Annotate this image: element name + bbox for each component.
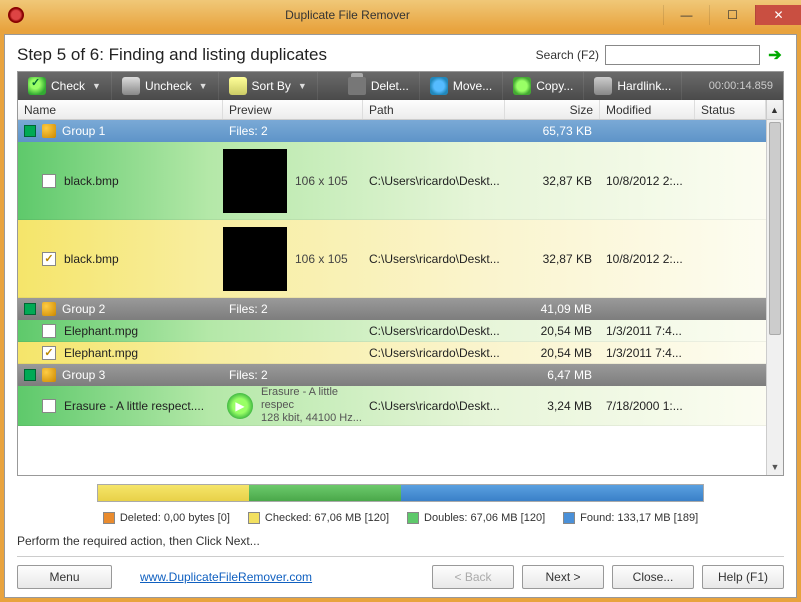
legend-checked: Checked: 67,06 MB [120] [265, 512, 389, 524]
swatch-found [563, 512, 575, 524]
back-button[interactable]: < Back [432, 565, 514, 589]
maximize-button[interactable]: ☐ [709, 5, 755, 25]
col-status[interactable]: Status [695, 100, 766, 119]
app-window: Duplicate File Remover — ☐ ✕ Step 5 of 6… [0, 0, 801, 602]
group-icon [42, 368, 56, 382]
column-headers: Name Preview Path Size Modified Status ▲ [18, 100, 783, 120]
group-header[interactable]: Group 3 Files: 2 6,47 MB [18, 364, 783, 386]
hardlink-button[interactable]: Hardlink... [584, 72, 682, 100]
search-go-icon[interactable]: ➔ [766, 46, 784, 64]
toolbar: Check▼ Uncheck▼ Sort By▼ Delet... Move..… [18, 72, 783, 100]
check-icon [28, 77, 46, 95]
col-path[interactable]: Path [363, 100, 505, 119]
sort-button[interactable]: Sort By▼ [219, 72, 318, 100]
move-icon [430, 77, 448, 95]
next-button[interactable]: Next > [522, 565, 604, 589]
col-modified[interactable]: Modified [600, 100, 695, 119]
file-checkbox[interactable] [42, 399, 56, 413]
file-row[interactable]: black.bmp 106 x 105 C:\Users\ricardo\Des… [18, 142, 783, 220]
scroll-down-icon[interactable]: ▼ [767, 458, 783, 475]
group-check-icon[interactable] [24, 125, 36, 137]
check-button[interactable]: Check▼ [18, 72, 112, 100]
col-name[interactable]: Name [18, 100, 223, 119]
legend: Deleted: 0,00 bytes [0] Checked: 67,06 M… [17, 512, 784, 524]
step-title: Step 5 of 6: Finding and listing duplica… [17, 45, 536, 65]
hint-text: Perform the required action, then Click … [17, 534, 784, 548]
close-button[interactable]: Close... [612, 565, 694, 589]
swatch-deleted [103, 512, 115, 524]
swatch-checked [248, 512, 260, 524]
legend-doubles: Doubles: 67,06 MB [120] [424, 512, 545, 524]
file-checkbox[interactable] [42, 324, 56, 338]
group-icon [42, 124, 56, 138]
file-row[interactable]: Elephant.mpg C:\Users\ricardo\Deskt... 2… [18, 342, 783, 364]
group-icon [42, 302, 56, 316]
file-row[interactable]: Elephant.mpg C:\Users\ricardo\Deskt... 2… [18, 320, 783, 342]
menu-button[interactable]: Menu [17, 565, 112, 589]
progress-checked [98, 485, 249, 501]
file-list: Group 1 Files: 2 65,73 KB black.bmp 106 … [18, 120, 783, 475]
delete-button[interactable]: Delet... [338, 72, 420, 100]
scrollbar-thumb[interactable] [769, 122, 781, 335]
website-link[interactable]: www.DuplicateFileRemover.com [140, 570, 312, 584]
chevron-down-icon: ▼ [298, 81, 307, 91]
chevron-down-icon: ▼ [92, 81, 101, 91]
progress-doubles [249, 485, 400, 501]
progress-bar [97, 484, 704, 502]
file-row[interactable]: black.bmp 106 x 105 C:\Users\ricardo\Des… [18, 220, 783, 298]
thumbnail [223, 149, 287, 213]
app-icon [8, 7, 24, 23]
chevron-down-icon: ▼ [199, 81, 208, 91]
file-row[interactable]: Erasure - A little respect.... Erasure -… [18, 386, 783, 426]
legend-found: Found: 133,17 MB [189] [580, 512, 698, 524]
search-label: Search (F2) [536, 48, 599, 62]
copy-button[interactable]: Copy... [503, 72, 584, 100]
group-check-icon[interactable] [24, 303, 36, 315]
legend-deleted: Deleted: 0,00 bytes [0] [120, 512, 230, 524]
file-checkbox[interactable] [42, 252, 56, 266]
thumbnail [223, 227, 287, 291]
group-check-icon[interactable] [24, 369, 36, 381]
minimize-button[interactable]: — [663, 5, 709, 25]
col-size[interactable]: Size [505, 100, 600, 119]
swatch-doubles [407, 512, 419, 524]
scroll-up-icon[interactable]: ▲ [766, 100, 783, 119]
results-panel: Check▼ Uncheck▼ Sort By▼ Delet... Move..… [17, 71, 784, 476]
uncheck-icon [122, 77, 140, 95]
copy-icon [513, 77, 531, 95]
titlebar[interactable]: Duplicate File Remover — ☐ ✕ [0, 0, 801, 30]
elapsed-timer: 00:00:14.859 [699, 80, 783, 92]
move-button[interactable]: Move... [420, 72, 503, 100]
progress-found [401, 485, 704, 501]
close-window-button[interactable]: ✕ [755, 5, 801, 25]
sort-icon [229, 77, 247, 95]
trash-icon [348, 77, 366, 95]
group-header[interactable]: Group 1 Files: 2 65,73 KB [18, 120, 783, 142]
hardlink-icon [594, 77, 612, 95]
file-checkbox[interactable] [42, 346, 56, 360]
col-preview[interactable]: Preview [223, 100, 363, 119]
group-header[interactable]: Group 2 Files: 2 41,09 MB [18, 298, 783, 320]
play-icon[interactable] [227, 393, 253, 419]
help-button[interactable]: Help (F1) [702, 565, 784, 589]
file-checkbox[interactable] [42, 174, 56, 188]
uncheck-button[interactable]: Uncheck▼ [112, 72, 219, 100]
button-row: Menu www.DuplicateFileRemover.com < Back… [17, 565, 784, 589]
vertical-scrollbar[interactable]: ▼ [766, 120, 783, 475]
content-area: Step 5 of 6: Finding and listing duplica… [4, 34, 797, 598]
search-input[interactable] [605, 45, 760, 65]
window-title: Duplicate File Remover [32, 8, 663, 22]
